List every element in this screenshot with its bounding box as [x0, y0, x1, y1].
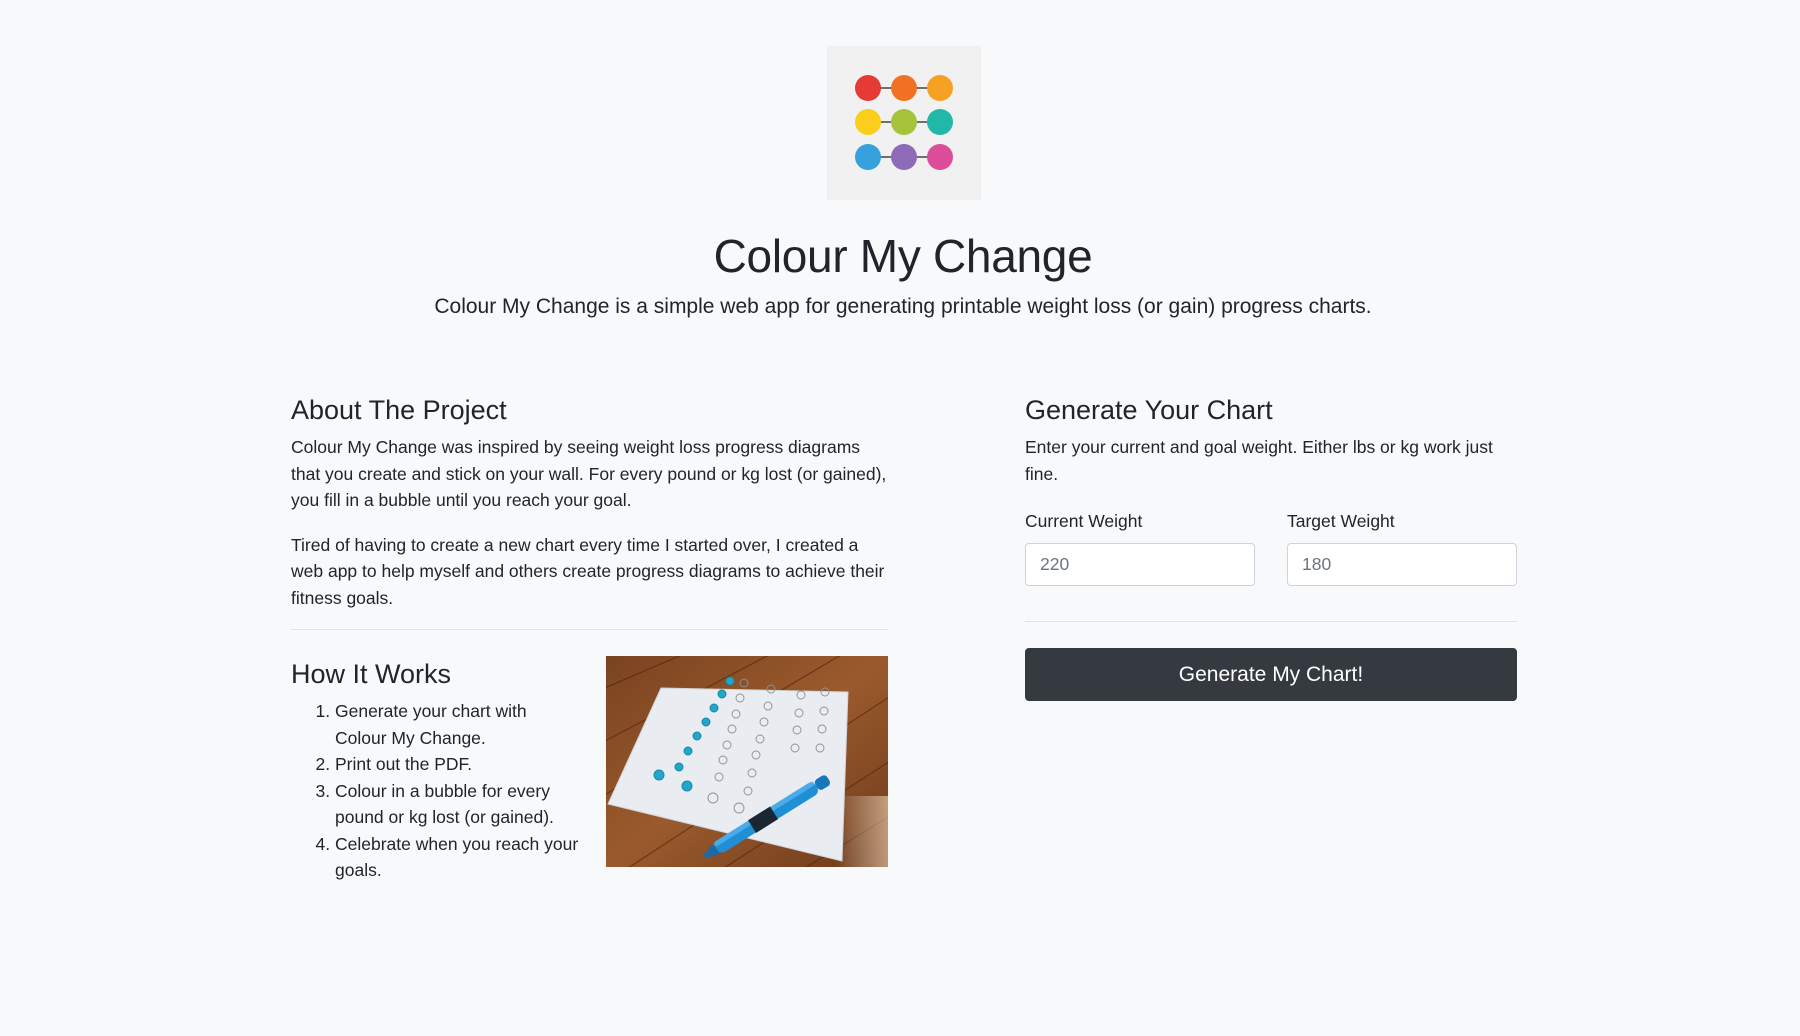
about-heading: About The Project: [291, 395, 507, 425]
list-item: Generate your chart with Colour My Chang…: [335, 698, 581, 751]
about-paragraph-1: Colour My Change was inspired by seeing …: [291, 437, 887, 510]
logo-dot: [927, 144, 953, 170]
target-weight-group: Target Weight: [1287, 509, 1517, 586]
about-paragraph-2: Tired of having to create a new chart ev…: [291, 534, 885, 608]
generator-description: Enter your current and goal weight. Eith…: [1025, 437, 1493, 484]
how-it-works-heading: How It Works: [291, 659, 452, 689]
list-item: Colour in a bubble for every pound or kg…: [335, 778, 581, 831]
list-item: Print out the PDF.: [335, 751, 581, 778]
generator-column: Generate Your Chart Enter your current a…: [1025, 392, 1517, 701]
chart-photo: [606, 656, 888, 867]
target-weight-label: Target Weight: [1287, 511, 1395, 531]
about-column: About The Project Colour My Change was i…: [291, 392, 888, 884]
target-weight-input[interactable]: [1287, 543, 1517, 586]
divider: [291, 629, 888, 630]
how-it-works-text: How It Works Generate your chart with Co…: [291, 656, 581, 884]
logo-dot: [891, 144, 917, 170]
page-lead: Colour My Change is a simple web app for…: [434, 295, 1372, 318]
colored-dots-grid-icon: [855, 75, 953, 170]
divider: [1025, 621, 1517, 622]
logo-dot: [927, 109, 953, 135]
weight-form: Current Weight Target Weight: [1025, 509, 1517, 586]
logo-dot: [927, 75, 953, 101]
list-item: Celebrate when you reach your goals.: [335, 831, 581, 884]
generator-heading: Generate Your Chart: [1025, 395, 1273, 425]
generate-chart-button[interactable]: Generate My Chart!: [1025, 648, 1517, 701]
how-it-works-section: How It Works Generate your chart with Co…: [291, 656, 888, 884]
page-title: Colour My Change: [713, 230, 1093, 282]
current-weight-group: Current Weight: [1025, 509, 1255, 586]
logo: [827, 46, 981, 200]
current-weight-label: Current Weight: [1025, 511, 1143, 531]
logo-dot: [855, 109, 881, 135]
logo-dot: [891, 109, 917, 135]
logo-dot: [891, 75, 917, 101]
current-weight-input[interactable]: [1025, 543, 1255, 586]
logo-dot: [855, 144, 881, 170]
steps-list: Generate your chart with Colour My Chang…: [291, 698, 581, 884]
logo-dot: [855, 75, 881, 101]
page: Colour My Change Colour My Change is a s…: [0, 0, 1800, 1036]
